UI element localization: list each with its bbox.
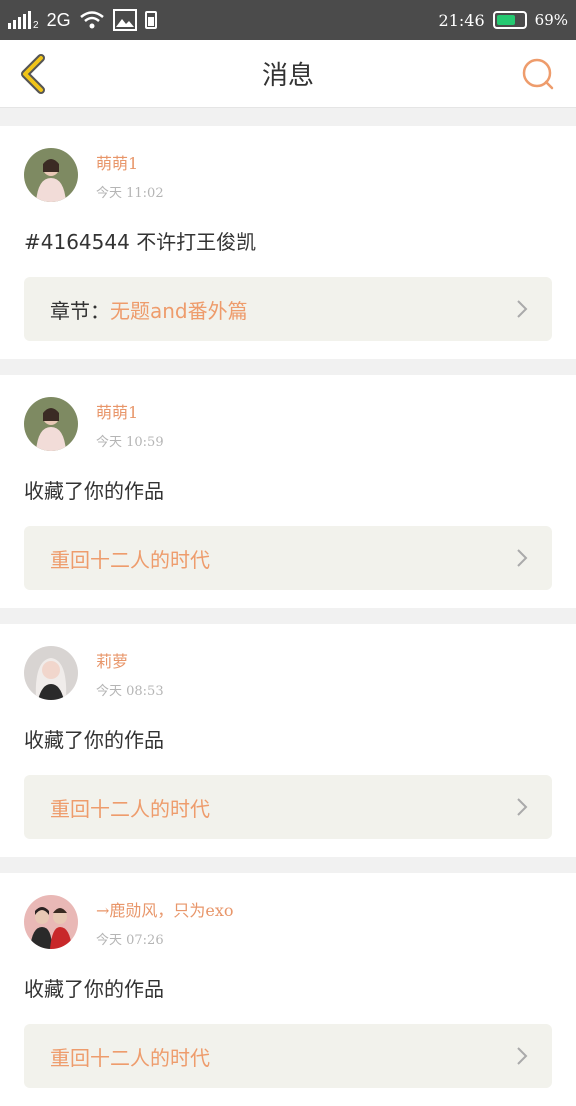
work-title: 重回十二人的时代 — [50, 1045, 210, 1070]
message-text: 收藏了你的作品 — [24, 479, 164, 503]
battery-percent: 69% — [534, 11, 568, 29]
chapter-link[interactable]: 章节： 无题and番外篇 — [24, 277, 552, 341]
chapter-title: 无题and番外篇 — [110, 298, 248, 323]
timestamp: 今天 08:53 — [96, 683, 164, 699]
chevron-right-icon — [517, 1047, 528, 1065]
user-info: →鹿勋风，只为exo 今天 07:26 — [96, 897, 234, 948]
status-bar: 2 2G 21:46 69% — [0, 0, 576, 40]
username[interactable]: 莉萝 — [96, 648, 164, 672]
message-card: →鹿勋风，只为exo 今天 07:26 收藏了你的作品 重回十二人的时代 — [0, 873, 576, 1106]
carrier-index: 2 — [33, 20, 39, 31]
page-title: 消息 — [261, 61, 314, 91]
chevron-right-icon — [517, 300, 528, 318]
avatar[interactable] — [24, 646, 78, 700]
work-link[interactable]: 重回十二人的时代 — [24, 1024, 552, 1088]
status-right: 21:46 69% — [439, 11, 568, 30]
header: 消息 — [0, 40, 576, 108]
chapter-label: 章节： — [50, 298, 110, 323]
message-user: 萌萌1 今天 11:02 — [24, 148, 552, 202]
message-user: →鹿勋风，只为exo 今天 07:26 — [24, 895, 552, 949]
chevron-left-icon — [21, 54, 45, 94]
message-card: 莉萝 今天 08:53 收藏了你的作品 重回十二人的时代 — [0, 624, 576, 857]
status-left: 2 2G — [8, 9, 157, 31]
search-icon[interactable] — [520, 56, 556, 92]
back-button[interactable] — [14, 52, 54, 96]
avatar[interactable] — [24, 397, 78, 451]
timestamp: 今天 11:02 — [96, 185, 164, 201]
avatar[interactable] — [24, 148, 78, 202]
battery-fill — [496, 15, 515, 25]
chevron-right-icon — [517, 549, 528, 567]
battery-icon — [492, 11, 527, 29]
work-title: 重回十二人的时代 — [50, 547, 210, 572]
username[interactable]: 萌萌1 — [96, 150, 164, 174]
small-battery-icon — [144, 11, 157, 29]
username[interactable]: →鹿勋风，只为exo — [96, 897, 234, 921]
message-text: #4164544 不许打王俊凯 — [24, 230, 257, 254]
user-info: 萌萌1 今天 10:59 — [96, 399, 164, 450]
message-user: 莉萝 今天 08:53 — [24, 646, 552, 700]
chevron-right-icon — [517, 798, 528, 816]
timestamp: 今天 07:26 — [96, 932, 164, 948]
message-user: 萌萌1 今天 10:59 — [24, 397, 552, 451]
network-type: 2G — [46, 9, 71, 30]
message-card: 萌萌1 今天 11:02 #4164544 不许打王俊凯 章节： 无题and番外… — [0, 126, 576, 359]
clock: 21:46 — [438, 10, 485, 30]
work-title: 重回十二人的时代 — [50, 796, 210, 821]
message-text: 收藏了你的作品 — [24, 728, 164, 752]
signal-icon — [8, 11, 31, 29]
avatar[interactable] — [24, 895, 78, 949]
image-icon — [112, 9, 137, 31]
work-link[interactable]: 重回十二人的时代 — [24, 775, 552, 839]
message-text: 收藏了你的作品 — [24, 977, 164, 1001]
message-card: 萌萌1 今天 10:59 收藏了你的作品 重回十二人的时代 — [0, 375, 576, 608]
timestamp: 今天 10:59 — [96, 434, 164, 450]
user-info: 莉萝 今天 08:53 — [96, 648, 164, 699]
user-info: 萌萌1 今天 11:02 — [96, 150, 164, 201]
message-list: 萌萌1 今天 11:02 #4164544 不许打王俊凯 章节： 无题and番外… — [0, 108, 576, 1106]
wifi-icon — [79, 11, 104, 29]
username[interactable]: 萌萌1 — [96, 399, 164, 423]
work-link[interactable]: 重回十二人的时代 — [24, 526, 552, 590]
